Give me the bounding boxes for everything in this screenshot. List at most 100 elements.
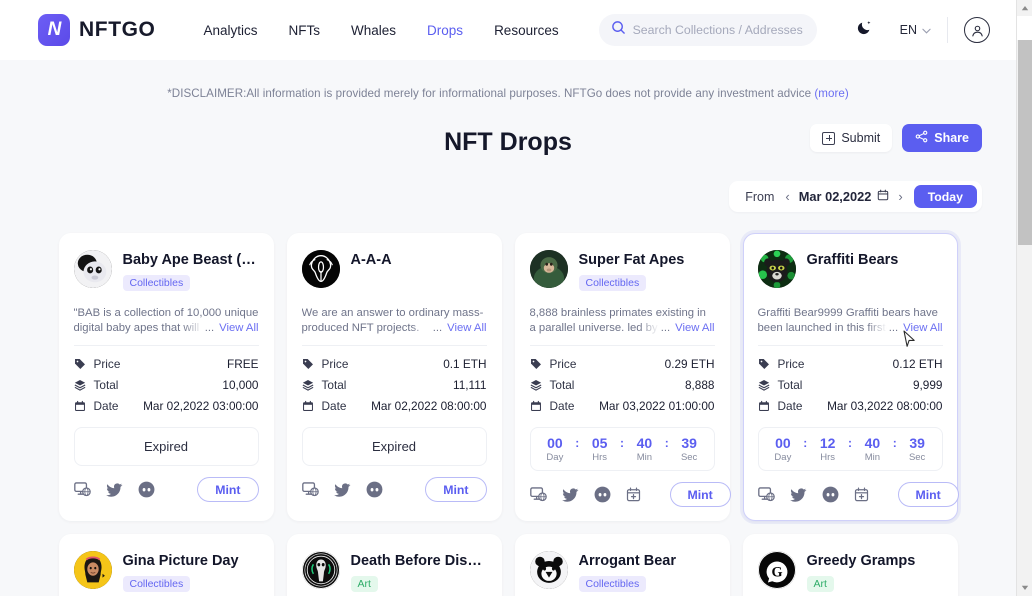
collection-avatar[interactable] [529, 551, 568, 589]
drop-card[interactable]: Graffiti Bears Graffiti Bear9999 Graffit… [742, 233, 959, 521]
collection-name[interactable]: Gina Picture Day [123, 552, 239, 570]
collection-avatar[interactable] [757, 250, 796, 288]
date-value-button[interactable]: Mar 02,2022 [799, 189, 890, 204]
website-icon[interactable] [301, 482, 319, 497]
expired-status: Expired [301, 427, 487, 466]
countdown-day: 00 Day [546, 434, 564, 463]
countdown-sec: 39 Sec [680, 434, 698, 463]
search-icon [611, 20, 626, 40]
website-icon[interactable] [757, 487, 775, 502]
nav-item-resources[interactable]: Resources [494, 23, 559, 38]
card-footer: Mint [757, 482, 959, 507]
collection-avatar[interactable] [301, 551, 340, 589]
twitter-icon[interactable] [561, 487, 579, 502]
category-badge[interactable]: Art [350, 576, 378, 592]
collection-name[interactable]: Graffiti Bears [807, 251, 899, 269]
mint-button[interactable]: Mint [425, 477, 487, 502]
mint-button[interactable]: Mint [897, 482, 959, 507]
nav-item-whales[interactable]: Whales [351, 23, 396, 38]
calendar-icon [758, 400, 771, 412]
chevron-right-icon[interactable]: › [898, 190, 902, 203]
scrollbar-down-arrow[interactable] [1017, 580, 1032, 596]
scrollbar-up-arrow[interactable] [1017, 0, 1032, 16]
twitter-icon[interactable] [333, 482, 351, 497]
drop-card[interactable]: Arrogant Bear Collectibles " we call all… [514, 534, 730, 596]
plus-square-icon [822, 131, 836, 145]
website-icon[interactable] [529, 487, 547, 502]
disclaimer-more-link[interactable]: (more) [814, 87, 848, 100]
price-value: 0.1 ETH [443, 356, 487, 371]
collection-avatar[interactable]: G [757, 551, 796, 589]
category-badge[interactable]: Collectibles [578, 576, 647, 592]
drop-card[interactable]: Death Before Disho... Art This unique co… [286, 534, 502, 596]
twitter-icon[interactable] [105, 482, 123, 497]
user-avatar-icon[interactable] [964, 17, 990, 43]
stat-price: Price FREE [74, 353, 259, 374]
chevron-left-icon[interactable]: ‹ [785, 190, 789, 203]
collection-name[interactable]: Super Fat Apes [579, 251, 685, 269]
category-badge[interactable]: Collectibles [122, 275, 191, 291]
drop-card[interactable]: Baby Ape Beast (B... Collectibles "BAB i… [58, 233, 274, 521]
drop-card[interactable]: Super Fat Apes Collectibles 8,888 brainl… [514, 233, 731, 521]
view-all-link[interactable]: View All [675, 321, 714, 336]
collection-name[interactable]: Greedy Gramps [807, 552, 916, 570]
desc-ellipsis: ... [432, 322, 443, 334]
category-badge[interactable]: Collectibles [578, 275, 647, 291]
nav-item-nfts[interactable]: NFTs [289, 23, 321, 38]
total-value: 10,000 [222, 377, 259, 392]
layers-icon [74, 379, 87, 391]
twitter-icon[interactable] [789, 487, 807, 502]
mint-button[interactable]: Mint [669, 482, 731, 507]
share-button[interactable]: Share [902, 124, 982, 152]
card-header: G Greedy Gramps Art [757, 551, 943, 596]
discord-icon[interactable] [138, 481, 155, 498]
date-label: Date [549, 398, 575, 413]
site-header: N NFTGO Analytics NFTs Whales Drops Reso… [0, 0, 1016, 60]
calendar-plus-icon[interactable] [626, 487, 641, 502]
share-icon [915, 130, 928, 146]
view-all-link[interactable]: View All [219, 321, 258, 336]
collection-avatar[interactable] [529, 250, 568, 288]
nav-item-drops[interactable]: Drops [427, 23, 463, 38]
vertical-scrollbar[interactable] [1016, 0, 1032, 596]
discord-icon[interactable] [594, 486, 611, 503]
mint-button[interactable]: Mint [197, 477, 259, 502]
discord-icon[interactable] [822, 486, 839, 503]
search-input[interactable]: Search Collections / Addresses , [598, 14, 817, 46]
brand-logo[interactable]: N NFTGO [38, 14, 156, 46]
stat-price: Price 0.1 ETH [302, 353, 487, 374]
submit-button[interactable]: Submit [810, 124, 893, 152]
scrollbar-thumb[interactable] [1018, 40, 1032, 245]
calendar-plus-icon[interactable] [854, 487, 869, 502]
date-filter-row: From ‹ Mar 02,2022 › Today [0, 181, 1016, 212]
collection-name[interactable]: A-A-A [351, 251, 392, 269]
collection-name[interactable]: Baby Ape Beast (B... [123, 251, 259, 269]
collection-name[interactable]: Arrogant Bear [579, 552, 677, 570]
brand-name: NFTGO [79, 18, 156, 41]
nav-item-analytics[interactable]: Analytics [204, 23, 258, 38]
scrollbar-track-top[interactable] [1017, 16, 1032, 40]
drop-card[interactable]: A-A-A We are an answer to ordinary mass-… [286, 233, 502, 521]
today-button[interactable]: Today [913, 185, 977, 208]
drop-card[interactable]: G Greedy Gramps Art "Greedy Gramps - whe… [742, 534, 958, 596]
view-all-link[interactable]: View All [447, 321, 486, 336]
discord-icon[interactable] [366, 481, 383, 498]
view-all-link[interactable]: View All [903, 321, 942, 336]
collection-avatar[interactable] [73, 551, 112, 589]
desc-ellipsis: ... [888, 322, 899, 334]
category-badge[interactable]: Art [806, 576, 834, 592]
collection-avatar[interactable] [73, 250, 112, 288]
total-value: 8,888 [684, 377, 715, 392]
collection-avatar[interactable] [301, 250, 340, 288]
theme-toggle-button[interactable] [848, 13, 882, 47]
category-badge[interactable]: Collectibles [122, 576, 191, 592]
drop-card[interactable]: Gina Picture Day Collectibles Picture Da… [58, 534, 274, 596]
website-icon[interactable] [73, 482, 91, 497]
header-divider [947, 17, 948, 43]
expired-status: Expired [73, 427, 259, 466]
language-selector[interactable]: EN [900, 21, 931, 39]
submit-label: Submit [841, 131, 881, 145]
price-label: Price [549, 356, 577, 371]
collection-name[interactable]: Death Before Disho... [351, 552, 487, 570]
language-label: EN [899, 23, 917, 37]
